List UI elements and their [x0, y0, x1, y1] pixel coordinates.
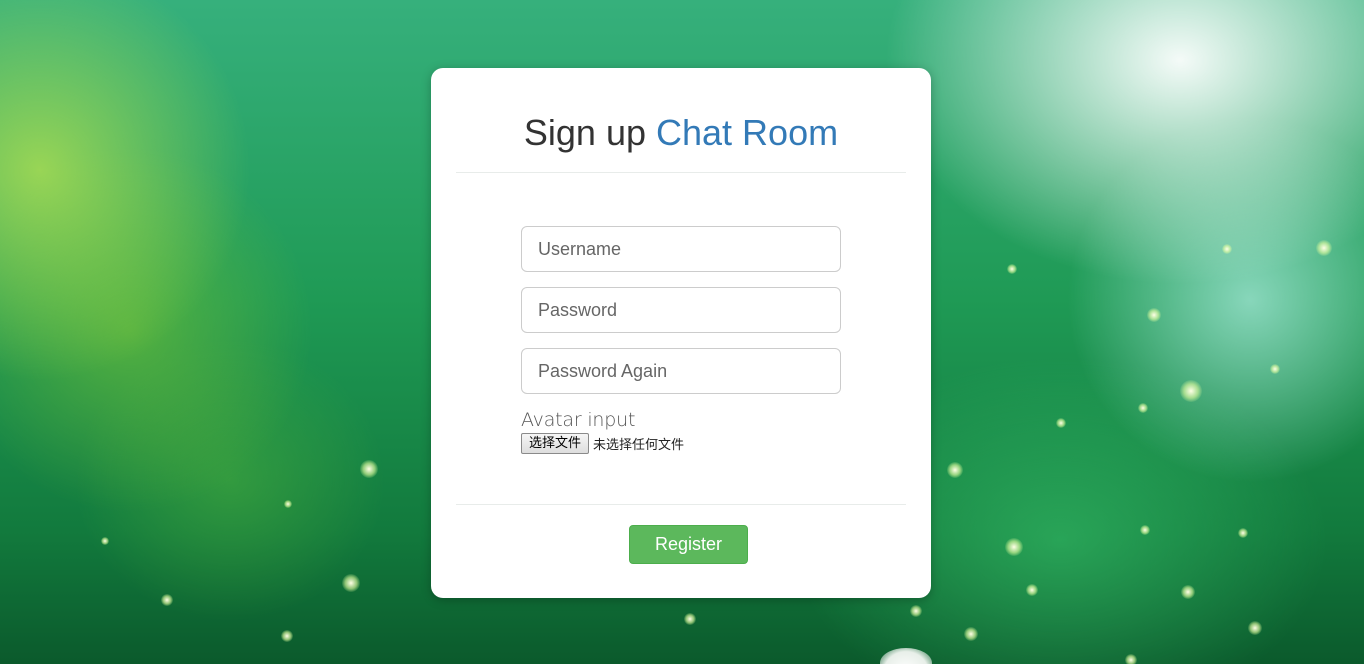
card-footer: Register	[456, 504, 906, 599]
title-prefix: Sign up	[523, 112, 646, 153]
bokeh-light	[684, 613, 696, 625]
choose-file-button[interactable]: 选择文件	[521, 433, 590, 454]
bokeh-light	[1007, 264, 1017, 274]
bokeh-light	[1138, 403, 1148, 413]
bokeh-light	[1125, 654, 1137, 664]
signup-card: Sign up Chat Room Avatar input 选择文件 未选择任…	[431, 68, 931, 598]
bokeh-light	[947, 462, 963, 478]
password-again-input[interactable]	[521, 348, 841, 394]
bokeh-light	[1005, 538, 1023, 556]
bokeh-light	[101, 537, 109, 545]
flower-decoration	[880, 648, 932, 664]
bokeh-light	[342, 574, 360, 592]
bokeh-light	[1181, 585, 1195, 599]
file-status-text: 未选择任何文件	[593, 438, 685, 453]
bokeh-light	[1316, 240, 1332, 256]
register-button[interactable]: Register	[629, 525, 748, 564]
bokeh-light	[910, 605, 922, 617]
bokeh-light	[281, 630, 293, 642]
bokeh-light	[1248, 621, 1262, 635]
bokeh-light	[1056, 418, 1066, 428]
bokeh-light	[1238, 528, 1248, 538]
page-title: Sign up Chat Room	[456, 68, 906, 154]
bokeh-light	[360, 460, 378, 478]
avatar-label: Avatar input	[521, 409, 636, 431]
bokeh-light	[964, 627, 978, 641]
password-input[interactable]	[521, 287, 841, 333]
card-header: Sign up Chat Room	[456, 68, 906, 173]
username-input[interactable]	[521, 226, 841, 272]
bokeh-light	[1270, 364, 1280, 374]
bokeh-light	[1026, 584, 1038, 596]
bokeh-light	[1180, 380, 1202, 402]
bokeh-light	[161, 594, 173, 606]
bokeh-light	[1140, 525, 1150, 535]
title-accent: Chat Room	[656, 112, 839, 153]
bokeh-light	[1222, 244, 1232, 254]
signup-form: Avatar input 选择文件 未选择任何文件	[521, 226, 841, 454]
bokeh-light	[1147, 308, 1161, 322]
avatar-file-input: 选择文件 未选择任何文件	[521, 433, 841, 454]
bokeh-light	[284, 500, 292, 508]
